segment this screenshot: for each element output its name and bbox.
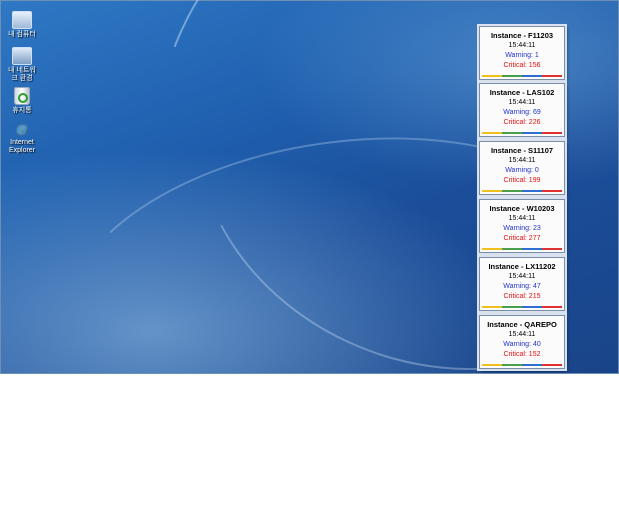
- alert-critical-count: Critical: 277: [503, 235, 541, 242]
- alert-time: 15:44:11: [508, 99, 536, 106]
- desktop-background: 내 컴퓨터 내 네트워크 환경 휴지통 e Internet Explorer …: [0, 0, 619, 516]
- alert-popup-las102[interactable]: Instance - LAS102 15:44:11 Warning: 69 C…: [479, 83, 565, 137]
- alert-critical-count: Critical: 215: [503, 293, 541, 300]
- alert-title: Instance - LX11202: [488, 262, 556, 271]
- desktop-icon-label: Internet Explorer: [8, 139, 36, 154]
- alert-critical-count: Critical: 156: [503, 62, 541, 69]
- desktop-icon-label: 휴지통: [12, 107, 32, 114]
- recycle-bin-icon: [14, 87, 30, 105]
- alert-time: 15:44:11: [508, 331, 536, 338]
- alert-popup-f11203[interactable]: Instance - F11203 15:44:11 Warning: 1 Cr…: [479, 26, 565, 80]
- desktop-icon-internet-explorer[interactable]: e Internet Explorer: [5, 121, 39, 155]
- alert-title: Instance - LAS102: [489, 88, 555, 97]
- my-computer-icon: [12, 11, 32, 29]
- alert-critical-count: Critical: 199: [503, 177, 541, 184]
- status-color-bar: [482, 248, 562, 250]
- status-color-bar: [482, 364, 562, 366]
- internet-explorer-icon: e: [16, 119, 28, 138]
- alert-title: Instance - S11107: [490, 146, 554, 155]
- status-color-bar: [482, 306, 562, 308]
- status-color-bar: [482, 190, 562, 192]
- alert-title: Instance - F11203: [490, 31, 554, 40]
- alert-critical-count: Critical: 152: [503, 351, 541, 358]
- alert-popup-w10203[interactable]: Instance - W10203 15:44:11 Warning: 23 C…: [479, 199, 565, 253]
- alert-popup-s11107[interactable]: Instance - S11107 15:44:11 Warning: 0 Cr…: [479, 141, 565, 195]
- alert-time: 15:44:11: [508, 215, 536, 222]
- alert-warning-count: Warning: 0: [505, 167, 539, 174]
- status-color-bar: [482, 75, 562, 77]
- alert-popup-lx11202[interactable]: Instance - LX11202 15:44:11 Warning: 47 …: [479, 257, 565, 311]
- desktop-icon-label: 내 네트워크 환경: [8, 67, 36, 82]
- alert-title: Instance - QAREPO: [487, 320, 557, 329]
- alert-popup-qarepo[interactable]: Instance - QAREPO 15:44:11 Warning: 40 C…: [479, 315, 565, 369]
- alert-time: 15:44:11: [508, 42, 536, 49]
- desktop-icon-recycle-bin[interactable]: 휴지통: [5, 87, 39, 115]
- alert-title: Instance - W10203: [489, 204, 555, 213]
- alert-time: 15:44:11: [508, 273, 536, 280]
- desktop-icon-my-computer[interactable]: 내 컴퓨터: [5, 11, 39, 39]
- alert-warning-count: Warning: 69: [503, 109, 541, 116]
- alert-warning-count: Warning: 23: [503, 225, 541, 232]
- desktop-icon-label: 내 컴퓨터: [8, 31, 36, 38]
- alert-warning-count: Warning: 47: [503, 283, 541, 290]
- status-color-bar: [482, 132, 562, 134]
- alert-warning-count: Warning: 40: [503, 341, 541, 348]
- network-places-icon: [12, 47, 32, 65]
- alert-warning-count: Warning: 1: [505, 52, 539, 59]
- desktop-icon-network-places[interactable]: 내 네트워크 환경: [5, 47, 39, 83]
- alert-time: 15:44:11: [508, 157, 536, 164]
- alert-critical-count: Critical: 226: [503, 119, 541, 126]
